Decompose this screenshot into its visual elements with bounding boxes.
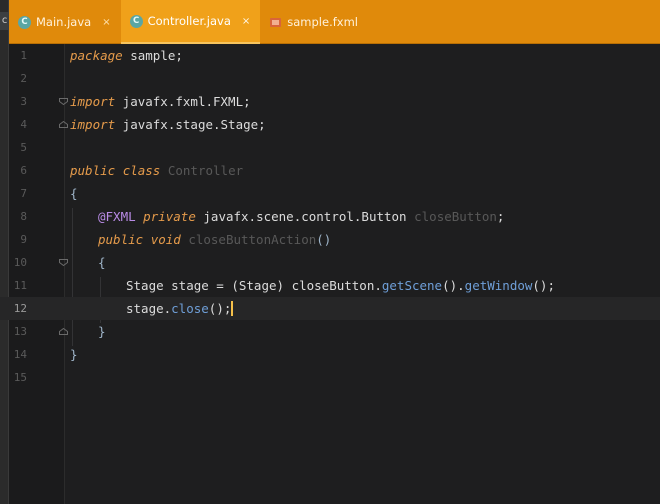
tool-window-button[interactable]: c <box>0 12 9 30</box>
code-text: public class Controller <box>70 163 244 178</box>
code-line[interactable]: 14 } <box>0 343 660 366</box>
line-number: 1 <box>20 49 27 62</box>
code-line[interactable]: 5 <box>0 136 660 159</box>
code-text: package sample; <box>70 48 183 63</box>
line-number: 6 <box>20 164 27 177</box>
fold-toggle-icon[interactable] <box>59 259 68 266</box>
line-number: 11 <box>13 279 27 292</box>
code-line[interactable]: 7 { <box>0 182 660 205</box>
code-line[interactable]: 9 public void closeButtonAction() <box>0 228 660 251</box>
code-line[interactable]: 10 { <box>0 251 660 274</box>
code-text: public void closeButtonAction() <box>98 232 332 247</box>
close-icon[interactable]: × <box>242 16 250 27</box>
line-number: 12 <box>13 302 27 315</box>
tab-sample-fxml[interactable]: sample.fxml <box>260 0 368 44</box>
line-number: 3 <box>20 95 27 108</box>
fold-toggle-icon[interactable] <box>59 98 68 105</box>
fold-end-icon[interactable] <box>59 121 68 128</box>
line-number: 13 <box>13 325 27 338</box>
code-line[interactable]: 11 Stage stage = (Stage) closeButton.get… <box>0 274 660 297</box>
java-class-icon: C <box>18 15 31 29</box>
text-caret <box>231 301 234 316</box>
code-line[interactable]: 3 import javafx.fxml.FXML; <box>0 90 660 113</box>
line-number: 8 <box>20 210 27 223</box>
line-number: 10 <box>13 256 27 269</box>
code-line-current[interactable]: 12 stage.close(); <box>0 297 660 320</box>
line-number: 14 <box>13 348 27 361</box>
code-line[interactable]: 2 <box>0 67 660 90</box>
code-line[interactable]: 13 } <box>0 320 660 343</box>
code-text: { <box>70 186 78 201</box>
line-number: 15 <box>13 371 27 384</box>
code-line[interactable]: 8 @FXML private javafx.scene.control.But… <box>0 205 660 228</box>
line-number: 2 <box>20 72 27 85</box>
line-number: 7 <box>20 187 27 200</box>
java-class-icon: C <box>129 14 143 28</box>
code-line[interactable]: 6 public class Controller <box>0 159 660 182</box>
tab-label: Main.java <box>36 15 92 29</box>
code-text: @FXML private javafx.scene.control.Butto… <box>98 209 505 224</box>
code-text: { <box>98 255 106 270</box>
code-text: import javafx.fxml.FXML; <box>70 94 251 109</box>
tab-controller-java[interactable]: C Controller.java × <box>120 0 261 44</box>
tab-main-java[interactable]: C Main.java × <box>9 0 121 44</box>
fxml-file-icon <box>269 16 282 29</box>
line-number: 4 <box>20 118 27 131</box>
code-line[interactable]: 1 package sample; <box>0 44 660 67</box>
fold-end-icon[interactable] <box>59 328 68 335</box>
editor-tab-bar: C Main.java × C Controller.java × sample… <box>9 0 660 44</box>
code-text: } <box>70 347 78 362</box>
code-text: import javafx.stage.Stage; <box>70 117 266 132</box>
code-line[interactable]: 15 <box>0 366 660 389</box>
line-number: 9 <box>20 233 27 246</box>
code-line[interactable]: 4 import javafx.stage.Stage; <box>0 113 660 136</box>
tab-label: sample.fxml <box>287 15 358 29</box>
code-text: } <box>98 324 106 339</box>
code-text: Stage stage = (Stage) closeButton.getSce… <box>126 278 555 293</box>
close-icon[interactable]: × <box>102 17 110 28</box>
code-text: stage.close(); <box>126 301 234 316</box>
line-number: 5 <box>20 141 27 154</box>
tab-label: Controller.java <box>147 14 231 28</box>
